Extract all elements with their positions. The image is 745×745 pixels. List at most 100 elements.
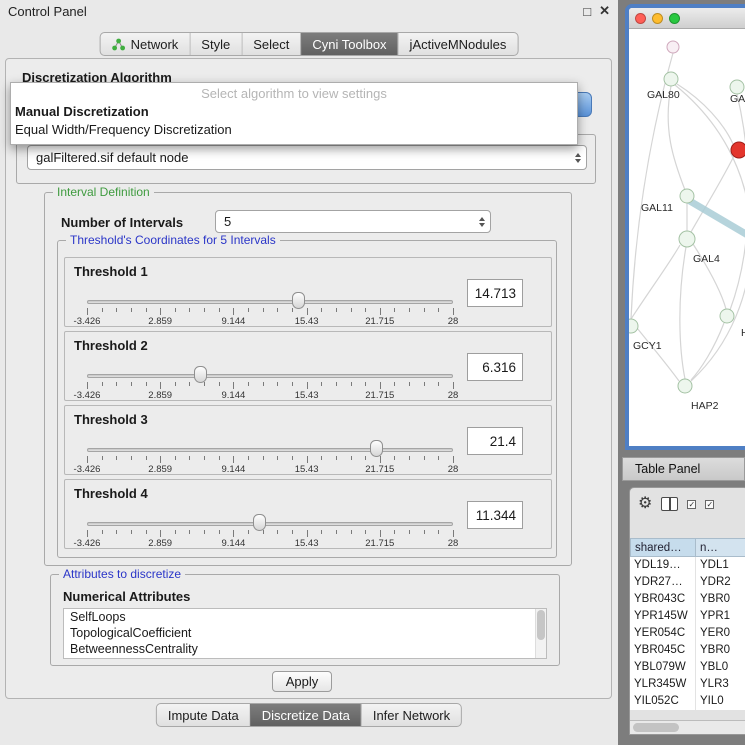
tab-network[interactable]: Network [101, 33, 190, 55]
table-panel-titlebar[interactable]: Table Panel [622, 457, 745, 481]
tab-infer-network[interactable]: Infer Network [361, 704, 461, 726]
table-cell[interactable]: YER0 [696, 625, 745, 642]
slider-track[interactable] [87, 448, 453, 452]
network-canvas[interactable]: GAL80GAGAL11GAL4GCY1HAP2H [629, 29, 745, 449]
slider-tick [175, 530, 176, 534]
slider-tick [351, 382, 352, 386]
network-node[interactable] [678, 379, 692, 393]
network-node[interactable] [680, 189, 694, 203]
table-cell[interactable]: YLR345W [630, 676, 696, 693]
table-row[interactable]: YBL079WYBL0 [630, 659, 745, 676]
network-node[interactable] [730, 80, 744, 94]
table-row[interactable]: YLR345WYLR3 [630, 676, 745, 693]
table-cell[interactable]: YPR1 [696, 608, 745, 625]
columns-icon[interactable] [661, 497, 678, 511]
table-cell[interactable]: YLR3 [696, 676, 745, 693]
network-edge[interactable] [730, 94, 745, 310]
slider-tick [277, 456, 278, 460]
slider-track[interactable] [87, 374, 453, 378]
network-node[interactable] [679, 231, 695, 247]
table-cell[interactable]: YDR2 [696, 574, 745, 591]
table-cell[interactable]: YBR0 [696, 591, 745, 608]
close-traffic-light-icon[interactable] [635, 13, 646, 24]
column-header-shared-name[interactable]: shared… [630, 538, 696, 557]
tab-style[interactable]: Style [189, 33, 241, 55]
dropdown-option-manual-discretization[interactable]: Manual Discretization [11, 103, 577, 121]
network-edge[interactable] [691, 323, 724, 380]
network-node[interactable] [731, 142, 745, 158]
table-cell[interactable]: YBL0 [696, 659, 745, 676]
attribute-list-item[interactable]: TopologicalCoefficient [64, 625, 546, 641]
list-scrollbar[interactable] [535, 609, 546, 658]
network-edge[interactable] [631, 245, 680, 319]
network-edge[interactable] [668, 86, 685, 190]
network-node[interactable] [629, 319, 638, 333]
table-cell[interactable]: YIL0 [696, 693, 745, 710]
tab-cyni-toolbox[interactable]: Cyni Toolbox [300, 33, 397, 55]
network-node[interactable] [664, 72, 678, 86]
network-edge[interactable] [680, 247, 686, 379]
minimize-traffic-light-icon[interactable] [652, 13, 663, 24]
slider-tick [277, 530, 278, 534]
table-cell[interactable]: YBL079W [630, 659, 696, 676]
slider-thumb[interactable] [194, 366, 207, 383]
table-cell[interactable]: YDL1 [696, 557, 745, 574]
slider-thumb[interactable] [370, 440, 383, 457]
network-edge[interactable] [637, 328, 679, 381]
threshold-2-box: Threshold 2 -3.4262.8599.14415.4321.7152… [64, 331, 552, 401]
table-cell[interactable]: YBR045C [630, 642, 696, 659]
float-window-icon[interactable]: □ [583, 4, 591, 19]
slider-thumb[interactable] [292, 292, 305, 309]
table-row[interactable]: YIL052CYIL0 [630, 693, 745, 710]
zoom-traffic-light-icon[interactable] [669, 13, 680, 24]
table-cell[interactable]: YIL052C [630, 693, 696, 710]
panel-title: Control Panel [8, 4, 87, 19]
slider-track[interactable] [87, 522, 453, 526]
attribute-list-item[interactable]: SelfLoops [64, 609, 546, 625]
checkbox-icon[interactable]: ✓ [705, 500, 714, 509]
slider-tick [87, 530, 88, 537]
network-node[interactable] [667, 41, 679, 53]
scrollbar-thumb[interactable] [633, 723, 679, 732]
attribute-list-item[interactable]: BetweennessCentrality [64, 641, 546, 657]
slider-track[interactable] [87, 300, 453, 304]
threshold-3-value-field[interactable]: 21.4 [467, 427, 523, 455]
column-header-name[interactable]: n… [696, 538, 745, 557]
checkbox-icon[interactable]: ✓ [687, 500, 696, 509]
slider-tick [380, 308, 381, 315]
table-cell[interactable]: YDL19… [630, 557, 696, 574]
tab-discretize-data[interactable]: Discretize Data [250, 704, 361, 726]
slider-tick [321, 456, 322, 460]
dropdown-option-equal-width-frequency[interactable]: Equal Width/Frequency Discretization [11, 121, 577, 139]
slider-tick-label: 9.144 [222, 538, 246, 549]
slider-tick [160, 382, 161, 389]
network-node[interactable] [720, 309, 734, 323]
scrollbar-thumb[interactable] [537, 610, 545, 640]
apply-button[interactable]: Apply [272, 671, 332, 692]
table-row[interactable]: YPR145WYPR1 [630, 608, 745, 625]
table-cell[interactable]: YER054C [630, 625, 696, 642]
tab-select[interactable]: Select [241, 33, 300, 55]
network-edge-thick[interactable] [683, 197, 745, 237]
close-window-icon[interactable]: ✕ [599, 3, 610, 19]
table-data-combo[interactable]: galFiltered.sif default node [27, 145, 587, 170]
number-of-intervals-combo[interactable]: 5 [215, 210, 491, 233]
slider-thumb[interactable] [253, 514, 266, 531]
table-cell[interactable]: YBR043C [630, 591, 696, 608]
table-row[interactable]: YDR27…YDR2 [630, 574, 745, 591]
tab-impute-data[interactable]: Impute Data [157, 704, 250, 726]
tab-jactivemnodules[interactable]: jActiveMNodules [398, 33, 518, 55]
table-row[interactable]: YDL19…YDL1 [630, 557, 745, 574]
table-row[interactable]: YBR043CYBR0 [630, 591, 745, 608]
threshold-2-value-field[interactable]: 6.316 [467, 353, 523, 381]
table-cell[interactable]: YDR27… [630, 574, 696, 591]
table-cell[interactable]: YPR145W [630, 608, 696, 625]
table-row[interactable]: YER054CYER0 [630, 625, 745, 642]
gear-icon[interactable]: ⚙ [638, 496, 652, 512]
table-cell[interactable]: YBR0 [696, 642, 745, 659]
dropdown-placeholder-option[interactable]: Select algorithm to view settings [11, 83, 577, 103]
table-row[interactable]: YBR045CYBR0 [630, 642, 745, 659]
horizontal-scrollbar[interactable] [630, 720, 745, 734]
threshold-1-value-field[interactable]: 14.713 [467, 279, 523, 307]
threshold-4-value-field[interactable]: 11.344 [467, 501, 523, 529]
